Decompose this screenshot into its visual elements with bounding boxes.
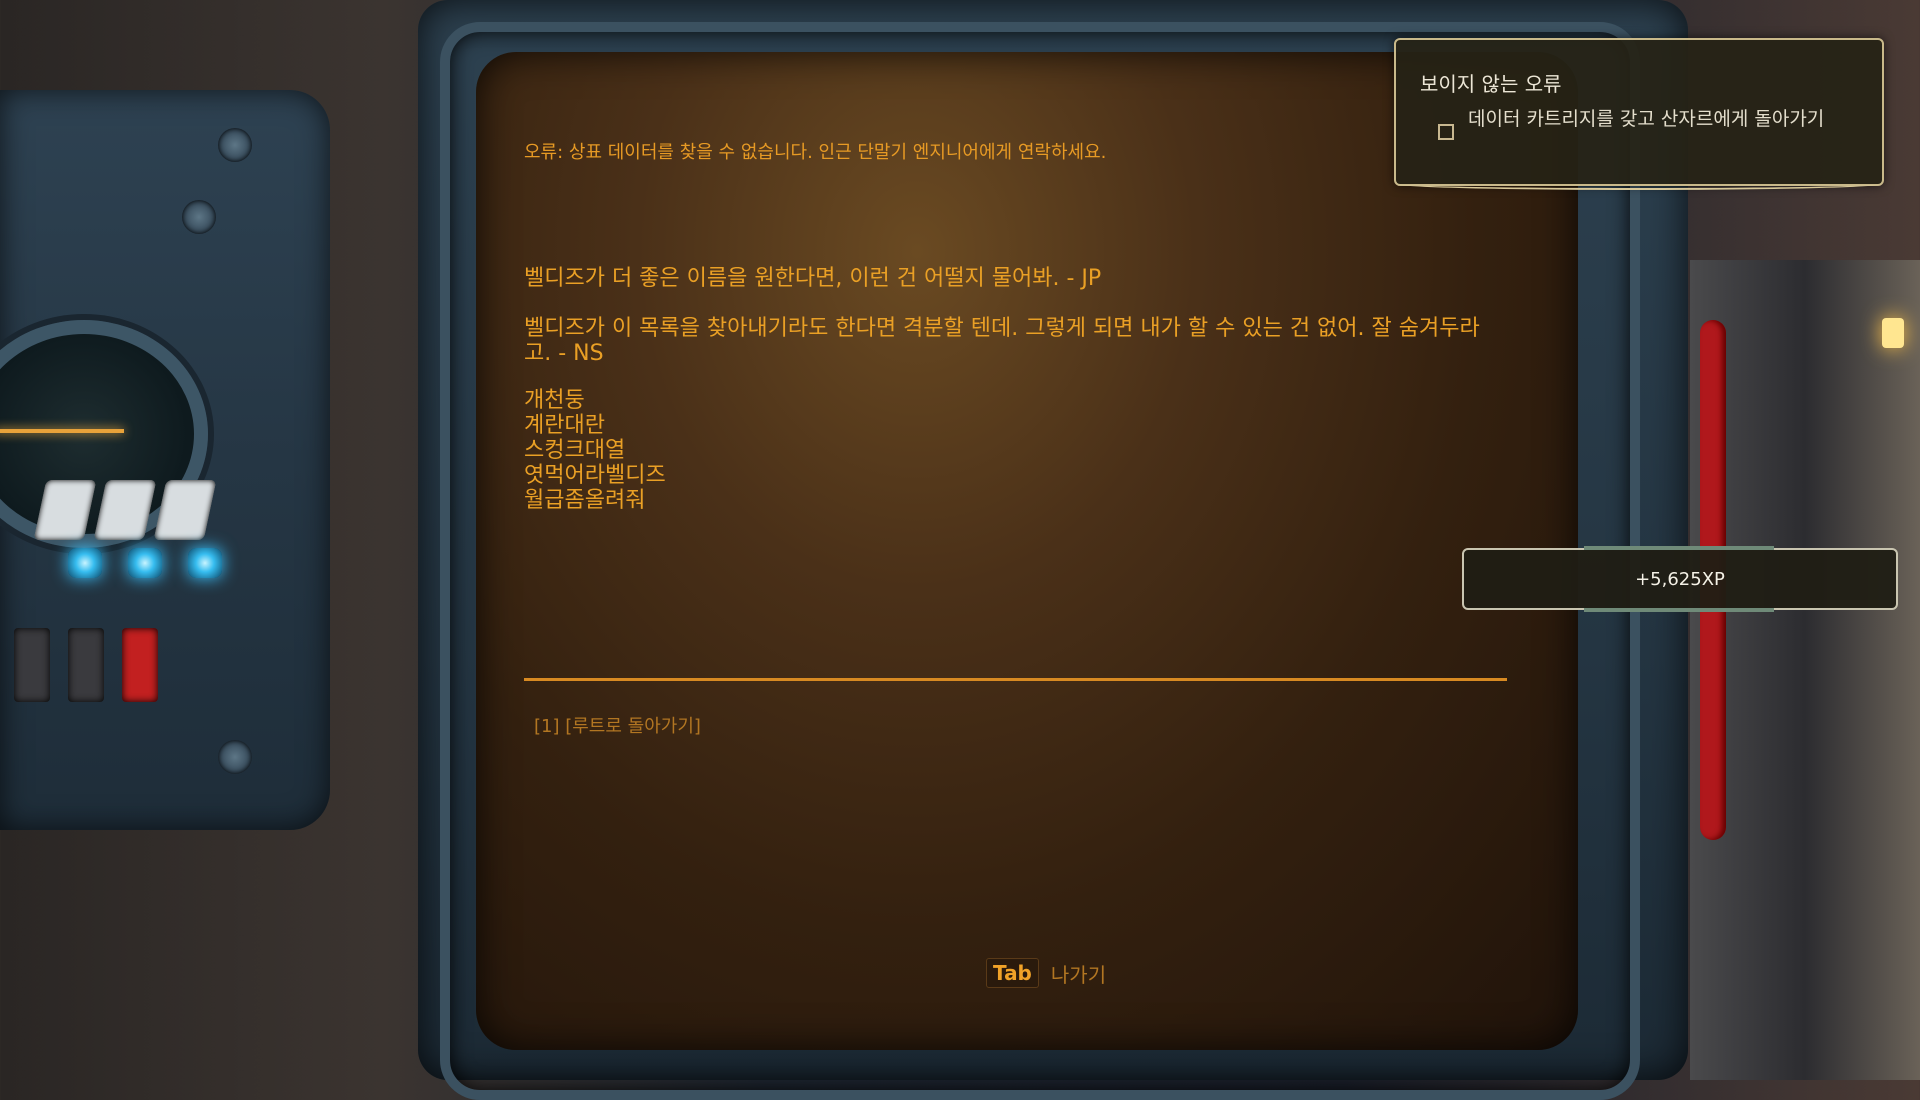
list-item: 엿먹어라벨디즈 bbox=[524, 463, 666, 488]
list-item: 계란대란 bbox=[524, 413, 605, 438]
toggle-switch bbox=[68, 628, 104, 702]
exit-label: 나가기 bbox=[1050, 962, 1107, 987]
quest-title: 보이지 않는 오류 bbox=[1420, 72, 1562, 96]
bolt-icon bbox=[218, 740, 252, 774]
ornament-divider bbox=[1584, 546, 1774, 550]
divider bbox=[524, 678, 1507, 681]
quest-objective: 데이터 카트리지를 갖고 산자르에게 돌아가기 bbox=[1468, 108, 1825, 130]
list-item: 개천둥 bbox=[524, 388, 585, 413]
list-item: 월급좀올려줘 bbox=[524, 488, 646, 513]
checkbox-icon bbox=[1438, 124, 1454, 140]
exit-prompt[interactable]: Tab 나가기 bbox=[986, 958, 1106, 988]
ornament-divider bbox=[1584, 608, 1774, 612]
bolt-icon bbox=[218, 128, 252, 162]
oscilloscope-wave bbox=[0, 429, 124, 433]
option-return-to-root[interactable]: [1] [루트로 돌아가기] bbox=[534, 712, 701, 738]
blue-indicator-light bbox=[128, 548, 162, 578]
blue-indicator-light bbox=[188, 548, 222, 578]
name-list: 개천둥 계란대란 스컹크대열 엿먹어라벨디즈 월급좀올려줘 bbox=[524, 388, 666, 513]
bolt-icon bbox=[182, 200, 216, 234]
toggle-switch bbox=[14, 628, 50, 702]
control-panel-machine bbox=[0, 90, 330, 830]
xp-amount: +5,625XP bbox=[1635, 568, 1725, 590]
ornament-divider bbox=[1396, 178, 1882, 190]
red-toggle-switch bbox=[122, 628, 158, 702]
blue-indicator-light bbox=[68, 548, 102, 578]
xp-notification: +5,625XP bbox=[1462, 546, 1898, 612]
lamp-light bbox=[1882, 318, 1904, 348]
note-message-2: 벨디즈가 이 목록을 찾아내기라도 한다면 격분할 텐데. 그렇게 되면 내가 … bbox=[524, 316, 1480, 366]
note-message-1: 벨디즈가 더 좋은 이름을 원한다면, 이런 건 어떨지 물어봐. - JP bbox=[524, 266, 1102, 291]
quest-tracker: 보이지 않는 오류 데이터 카트리지를 갖고 산자르에게 돌아가기 bbox=[1394, 38, 1884, 190]
terminal-screen bbox=[476, 52, 1578, 1050]
error-message: 오류: 상표 데이터를 찾을 수 없습니다. 인근 단말기 엔지니어에게 연락하… bbox=[524, 142, 1107, 163]
tab-key-icon: Tab bbox=[986, 958, 1039, 988]
list-item: 스컹크대열 bbox=[524, 438, 626, 463]
